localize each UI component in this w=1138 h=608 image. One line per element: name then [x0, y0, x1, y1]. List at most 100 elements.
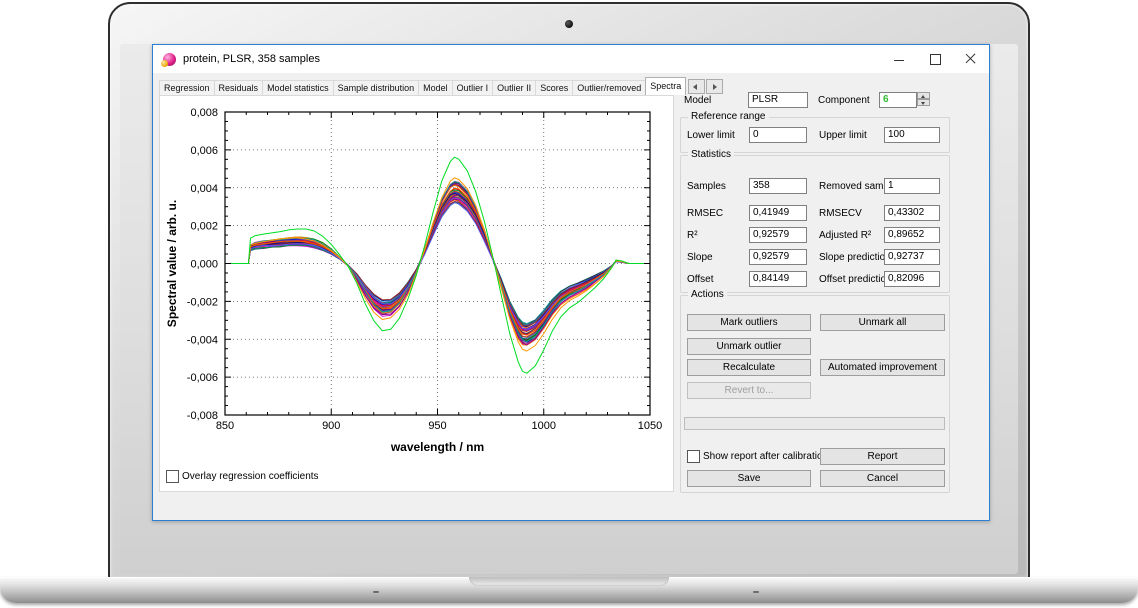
- minimize-icon: [894, 60, 904, 61]
- tab-scroll-right-button[interactable]: [706, 79, 723, 94]
- svg-text:-0,008: -0,008: [187, 410, 218, 422]
- slope-prediction-field[interactable]: 0,92737: [884, 249, 940, 265]
- upper-limit-label: Upper limit: [819, 130, 867, 141]
- model-label: Model: [684, 95, 711, 106]
- tab-scores[interactable]: Scores: [535, 80, 573, 95]
- model-field[interactable]: PLSR: [748, 92, 808, 108]
- automated-improvement-button[interactable]: Automated improvement: [820, 359, 945, 376]
- spectra-tab-page: 850 900 950 1000 1050 -0,008 -0,006 -0,004 -0,00…: [159, 95, 674, 492]
- rmsecv-label: RMSECV: [819, 208, 862, 219]
- offset-field[interactable]: 0,84149: [749, 271, 807, 287]
- svg-text:900: 900: [322, 420, 340, 432]
- rmsec-label: RMSEC: [687, 208, 723, 219]
- statistics-group: Statistics Samples 358 Removed samples 1…: [680, 155, 950, 293]
- show-report-checkbox[interactable]: [687, 450, 700, 463]
- svg-text:950: 950: [428, 420, 446, 432]
- statistics-title: Statistics: [688, 149, 734, 160]
- tab-sample-distribution[interactable]: Sample distribution: [333, 80, 420, 95]
- arrow-right-icon: [713, 84, 717, 90]
- svg-text:1000: 1000: [532, 420, 556, 432]
- unmark-all-button[interactable]: Unmark all: [820, 314, 945, 331]
- component-spinner: [917, 92, 930, 106]
- tab-residuals[interactable]: Residuals: [214, 80, 264, 95]
- slope-label: Slope: [687, 252, 713, 263]
- adjusted-r2-field[interactable]: 0,89652: [884, 227, 940, 243]
- svg-text:0,006: 0,006: [190, 145, 218, 157]
- actions-group: Actions Mark outliers Unmark all Unmark …: [680, 295, 950, 493]
- unmark-outlier-button[interactable]: Unmark outlier: [687, 338, 811, 355]
- r2-label: R²: [687, 230, 698, 241]
- r2-field[interactable]: 0,92579: [749, 227, 807, 243]
- tab-model[interactable]: Model: [418, 80, 453, 95]
- cancel-button[interactable]: Cancel: [820, 470, 945, 487]
- revert-to-button[interactable]: Revert to...: [687, 382, 811, 399]
- offset-prediction-label: Offset prediction: [819, 274, 892, 285]
- rubber-foot-left: [373, 591, 379, 593]
- svg-text:wavelength / nm: wavelength / nm: [390, 440, 484, 454]
- report-button[interactable]: Report: [820, 448, 945, 465]
- maximize-button[interactable]: [917, 45, 953, 73]
- reference-range-group: Reference range Lower limit 0 Upper limi…: [680, 117, 950, 153]
- tab-outlier-2[interactable]: Outlier II: [492, 80, 536, 95]
- slope-prediction-label: Slope prediction: [819, 252, 891, 263]
- title-bar: protein, PLSR, 358 samples: [153, 45, 989, 73]
- samples-field[interactable]: 358: [749, 178, 807, 194]
- svg-text:0,008: 0,008: [190, 107, 218, 119]
- svg-text:-0,006: -0,006: [187, 372, 218, 384]
- tab-model-statistics[interactable]: Model statistics: [262, 80, 334, 95]
- mark-outliers-button[interactable]: Mark outliers: [687, 314, 811, 331]
- tab-scroll-arrows: [688, 79, 724, 94]
- tab-regression[interactable]: Regression: [159, 80, 215, 95]
- offset-label: Offset: [687, 274, 714, 285]
- adjusted-r2-label: Adjusted R²: [819, 230, 871, 241]
- svg-text:1050: 1050: [638, 420, 662, 432]
- spectra-chart: 850 900 950 1000 1050 -0,008 -0,006 -0,004 -0,00…: [160, 96, 673, 491]
- laptop-base: [0, 577, 1138, 603]
- laptop-lid-notch: [469, 577, 669, 586]
- component-value[interactable]: 6: [879, 92, 917, 108]
- rmsec-field[interactable]: 0,41949: [749, 205, 807, 221]
- maximize-icon: [930, 54, 941, 65]
- close-button[interactable]: [953, 45, 989, 73]
- arrow-down-icon: [921, 102, 925, 105]
- app-window: protein, PLSR, 358 samples Regression Re…: [152, 44, 990, 521]
- offset-prediction-field[interactable]: 0,82096: [884, 271, 940, 287]
- lower-limit-field[interactable]: 0: [749, 127, 807, 143]
- svg-text:0,000: 0,000: [190, 259, 218, 271]
- slope-field[interactable]: 0,92579: [749, 249, 807, 265]
- minimize-button[interactable]: [881, 45, 917, 73]
- actions-title: Actions: [688, 289, 727, 300]
- tab-scroll-left-button[interactable]: [688, 79, 705, 94]
- arrow-up-icon: [921, 95, 925, 98]
- app-icon: [163, 53, 176, 66]
- show-report-label: Show report after calibration: [703, 451, 828, 462]
- upper-limit-field[interactable]: 100: [884, 127, 940, 143]
- tab-outlier-removed[interactable]: Outlier/removed: [572, 80, 646, 95]
- svg-text:0,002: 0,002: [190, 221, 218, 233]
- lower-limit-label: Lower limit: [687, 130, 735, 141]
- overlay-regression-label: Overlay regression coefficients: [182, 471, 319, 482]
- svg-text:-0,004: -0,004: [187, 334, 218, 346]
- samples-label: Samples: [687, 181, 726, 192]
- removed-samples-field[interactable]: 1: [884, 178, 940, 194]
- overlay-regression-checkbox[interactable]: [166, 470, 179, 483]
- recalculate-button[interactable]: Recalculate: [687, 359, 811, 376]
- tab-outlier-1[interactable]: Outlier I: [452, 80, 494, 95]
- rmsecv-field[interactable]: 0,43302: [884, 205, 940, 221]
- component-label: Component: [818, 95, 870, 106]
- reference-range-title: Reference range: [688, 111, 769, 122]
- svg-text:-0,002: -0,002: [187, 296, 218, 308]
- spin-down-button[interactable]: [917, 99, 930, 106]
- svg-text:Spectral value / arb. u.: Spectral value / arb. u.: [165, 200, 179, 327]
- svg-text:850: 850: [216, 420, 234, 432]
- progress-bar: [684, 417, 945, 430]
- webcam-icon: [565, 20, 573, 28]
- tab-strip: Regression Residuals Model statistics Sa…: [159, 79, 724, 95]
- rubber-foot-right: [753, 591, 759, 593]
- svg-text:0,004: 0,004: [190, 183, 218, 195]
- close-icon: [965, 52, 977, 64]
- save-button[interactable]: Save: [687, 470, 811, 487]
- spin-up-button[interactable]: [917, 92, 930, 99]
- tab-spectra[interactable]: Spectra: [645, 77, 686, 95]
- arrow-left-icon: [693, 84, 697, 90]
